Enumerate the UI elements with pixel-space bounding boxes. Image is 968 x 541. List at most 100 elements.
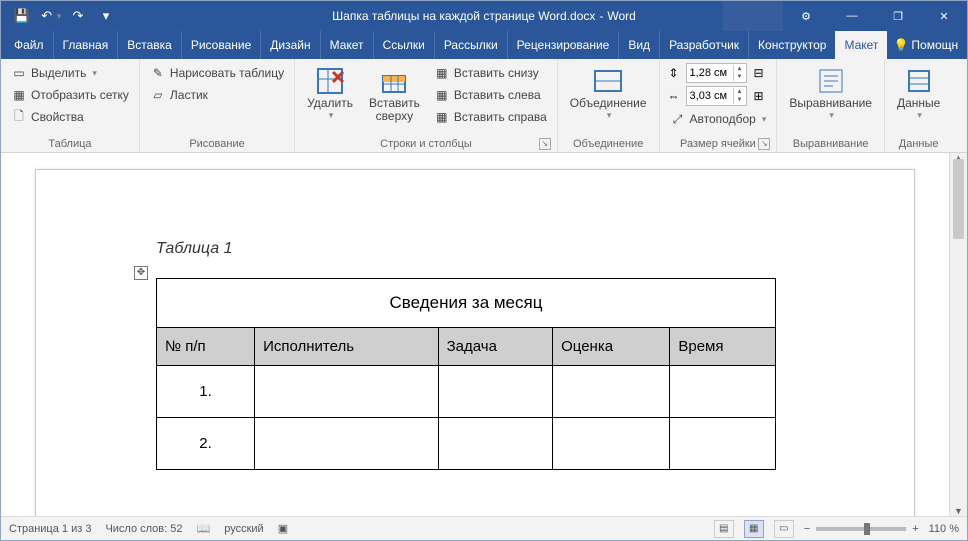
draw-table-button[interactable]: ✎Нарисовать таблицу xyxy=(146,63,288,83)
tab-insert[interactable]: Вставка xyxy=(117,31,181,59)
tab-view[interactable]: Вид xyxy=(618,31,659,59)
zoom-in-button[interactable]: + xyxy=(912,523,918,535)
zoom-thumb[interactable] xyxy=(864,523,870,535)
chevron-down-icon: ▾ xyxy=(917,110,922,121)
table-row[interactable]: 1. xyxy=(157,366,776,418)
ribbon: ▭Выделить▾ ▦Отобразить сетку 🗋Свойства Т… xyxy=(1,59,967,153)
word-count[interactable]: Число слов: 52 xyxy=(105,523,182,535)
tab-layout[interactable]: Макет xyxy=(320,31,373,59)
page[interactable]: Таблица 1 ✥ Сведения за месяц № п/п Испо… xyxy=(35,169,915,516)
zoom-track[interactable] xyxy=(816,527,906,531)
table-cell[interactable] xyxy=(670,418,776,470)
group-table-label: Таблица xyxy=(7,136,133,150)
insert-above-button[interactable]: Вставить сверху xyxy=(363,63,426,125)
scroll-thumb[interactable] xyxy=(953,159,964,239)
merge-icon xyxy=(592,65,624,97)
table-row[interactable]: 2. xyxy=(157,418,776,470)
macro-record-icon[interactable]: ▣ xyxy=(278,522,288,535)
spin-down-icon[interactable]: ▼ xyxy=(734,73,746,81)
qat-save-button[interactable]: 💾 xyxy=(9,4,35,28)
zoom-slider[interactable]: − + xyxy=(804,523,919,535)
col-width-field[interactable] xyxy=(687,90,733,102)
eraser-button[interactable]: ▱Ластик xyxy=(146,85,288,105)
tab-mailings[interactable]: Рассылки xyxy=(434,31,507,59)
tab-developer[interactable]: Разработчик xyxy=(659,31,748,59)
close-icon: ✕ xyxy=(939,10,948,23)
save-icon: 💾 xyxy=(14,8,30,24)
dialog-launcher-icon[interactable]: ↘ xyxy=(758,138,770,150)
zoom-out-button[interactable]: − xyxy=(804,523,810,535)
row-height-input[interactable]: ▲▼ xyxy=(686,63,747,83)
vertical-scrollbar[interactable]: ▲ ▼ xyxy=(949,153,967,516)
table-title-row[interactable]: Сведения за месяц xyxy=(157,279,776,328)
table-cell[interactable]: 1. xyxy=(157,366,255,418)
view-print-layout-button[interactable]: ▦ xyxy=(744,520,764,538)
tab-file[interactable]: Файл xyxy=(5,31,53,59)
insert-below-button[interactable]: ▦Вставить снизу xyxy=(430,63,551,83)
distribute-rows-icon[interactable]: ⊟ xyxy=(751,65,767,81)
qat-undo-button[interactable]: ↶▾ xyxy=(37,4,63,28)
delete-button[interactable]: Удалить▾ xyxy=(301,63,359,123)
alignment-button[interactable]: Выравнивание▾ xyxy=(783,63,878,123)
close-button[interactable]: ✕ xyxy=(921,1,967,31)
tell-me-button[interactable]: 💡Помощн xyxy=(887,31,964,59)
spinner-buttons[interactable]: ▲▼ xyxy=(733,88,746,104)
table-header-cell[interactable]: № п/п xyxy=(157,328,255,366)
table-cell[interactable]: 2. xyxy=(157,418,255,470)
page-indicator[interactable]: Страница 1 из 3 xyxy=(9,523,91,535)
tab-design[interactable]: Дизайн xyxy=(260,31,319,59)
table-header-row[interactable]: № п/п Исполнитель Задача Оценка Время xyxy=(157,328,776,366)
table-cell[interactable] xyxy=(438,366,552,418)
maximize-button[interactable]: ❐ xyxy=(875,1,921,31)
page-viewport[interactable]: Таблица 1 ✥ Сведения за месяц № п/п Испо… xyxy=(1,153,949,516)
row-height-field[interactable] xyxy=(687,67,733,79)
table-cell[interactable] xyxy=(553,366,670,418)
table-header-cell[interactable]: Оценка xyxy=(553,328,670,366)
data-button[interactable]: Данные▾ xyxy=(891,63,946,123)
view-gridlines-button[interactable]: ▦Отобразить сетку xyxy=(7,85,133,105)
dialog-launcher-icon[interactable]: ↘ xyxy=(539,138,551,150)
properties-button[interactable]: 🗋Свойства xyxy=(7,107,133,127)
view-read-mode-button[interactable]: ▤ xyxy=(714,520,734,538)
col-width-input[interactable]: ▲▼ xyxy=(686,86,747,106)
autofit-button[interactable]: ⤢Автоподбор▾ xyxy=(666,109,771,129)
insert-right-button[interactable]: ▦Вставить справа xyxy=(430,107,551,127)
spin-down-icon[interactable]: ▼ xyxy=(734,96,746,104)
table-cell[interactable] xyxy=(255,418,439,470)
tab-table-design[interactable]: Конструктор xyxy=(748,31,835,59)
table-cell[interactable] xyxy=(670,366,776,418)
insert-left-button[interactable]: ▦Вставить слева xyxy=(430,85,551,105)
table-header-cell[interactable]: Исполнитель xyxy=(255,328,439,366)
qat-customize-button[interactable]: ▾ xyxy=(93,4,119,28)
qat-redo-button[interactable]: ↷ xyxy=(65,4,91,28)
ribbon-options-button[interactable]: ⚙ xyxy=(783,1,829,31)
spellcheck-icon[interactable]: 📖 xyxy=(197,522,211,535)
window-title: Шапка таблицы на каждой странице Word.do… xyxy=(332,9,636,23)
view-web-layout-button[interactable]: ▭ xyxy=(774,520,794,538)
scroll-down-icon[interactable]: ▼ xyxy=(950,506,967,516)
distribute-cols-icon[interactable]: ⊞ xyxy=(751,88,767,104)
tab-home[interactable]: Главная xyxy=(53,31,118,59)
user-account[interactable] xyxy=(723,1,783,31)
tab-review[interactable]: Рецензирование xyxy=(507,31,619,59)
tab-draw[interactable]: Рисование xyxy=(181,31,260,59)
table-move-handle-icon[interactable]: ✥ xyxy=(134,266,148,280)
table-title-cell[interactable]: Сведения за месяц xyxy=(157,279,776,328)
tab-table-layout[interactable]: Макет xyxy=(835,31,887,59)
table-header-cell[interactable]: Время xyxy=(670,328,776,366)
table-header-cell[interactable]: Задача xyxy=(438,328,552,366)
language-indicator[interactable]: русский xyxy=(224,523,263,535)
merge-button[interactable]: Объединение▾ xyxy=(564,63,653,123)
table-cell[interactable] xyxy=(255,366,439,418)
minimize-button[interactable]: — xyxy=(829,1,875,31)
table-cell[interactable] xyxy=(553,418,670,470)
zoom-level[interactable]: 110 % xyxy=(929,523,959,535)
tab-references[interactable]: Ссылки xyxy=(373,31,434,59)
spin-up-icon[interactable]: ▲ xyxy=(734,88,746,96)
spinner-buttons[interactable]: ▲▼ xyxy=(733,65,746,81)
select-button[interactable]: ▭Выделить▾ xyxy=(7,63,133,83)
document-table[interactable]: Сведения за месяц № п/п Исполнитель Зада… xyxy=(156,278,776,470)
table-caption[interactable]: Таблица 1 xyxy=(156,240,874,258)
spin-up-icon[interactable]: ▲ xyxy=(734,65,746,73)
table-cell[interactable] xyxy=(438,418,552,470)
